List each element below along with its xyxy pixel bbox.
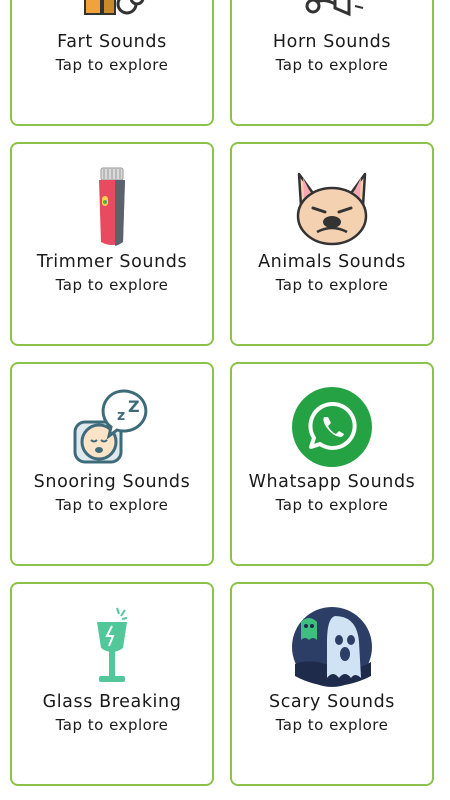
card-horn-sounds[interactable]: Horn Sounds Tap to explore	[230, 0, 434, 126]
card-title: Scary Sounds	[269, 692, 395, 712]
dog-face-icon	[291, 166, 373, 248]
broken-glass-icon	[71, 606, 153, 688]
card-subtitle: Tap to explore	[275, 56, 389, 74]
card-scary-sounds[interactable]: Scary Sounds Tap to explore	[230, 582, 434, 786]
card-glass-breaking[interactable]: Glass Breaking Tap to explore	[10, 582, 214, 786]
card-title: Fart Sounds	[57, 32, 167, 52]
svg-text:z: z	[117, 408, 125, 424]
card-snooring-sounds[interactable]: z Z Snooring Sounds Tap to explore	[10, 362, 214, 566]
card-subtitle: Tap to explore	[55, 276, 169, 294]
fart-icon	[71, 0, 153, 28]
whatsapp-icon	[291, 386, 373, 468]
svg-text:Z: Z	[128, 397, 140, 416]
card-title: Glass Breaking	[42, 692, 182, 712]
card-subtitle: Tap to explore	[275, 276, 389, 294]
sound-category-grid: Fart Sounds Tap to explore Horn Sounds T…	[0, 0, 450, 800]
trimmer-icon	[71, 166, 153, 248]
card-subtitle: Tap to explore	[55, 56, 169, 74]
horn-icon	[291, 0, 373, 28]
card-subtitle: Tap to explore	[55, 716, 169, 734]
card-title: Horn Sounds	[272, 32, 392, 52]
card-title: Trimmer Sounds	[36, 252, 188, 272]
card-title: Snooring Sounds	[33, 472, 191, 492]
card-subtitle: Tap to explore	[55, 496, 169, 514]
card-subtitle: Tap to explore	[275, 496, 389, 514]
snoring-face-icon: z Z	[71, 386, 153, 468]
card-title: Whatsapp Sounds	[248, 472, 416, 492]
card-fart-sounds[interactable]: Fart Sounds Tap to explore	[10, 0, 214, 126]
card-animals-sounds[interactable]: Animals Sounds Tap to explore	[230, 142, 434, 346]
card-title: Animals Sounds	[258, 252, 406, 272]
card-trimmer-sounds[interactable]: Trimmer Sounds Tap to explore	[10, 142, 214, 346]
card-whatsapp-sounds[interactable]: Whatsapp Sounds Tap to explore	[230, 362, 434, 566]
ghost-icon	[291, 606, 373, 688]
card-subtitle: Tap to explore	[275, 716, 389, 734]
